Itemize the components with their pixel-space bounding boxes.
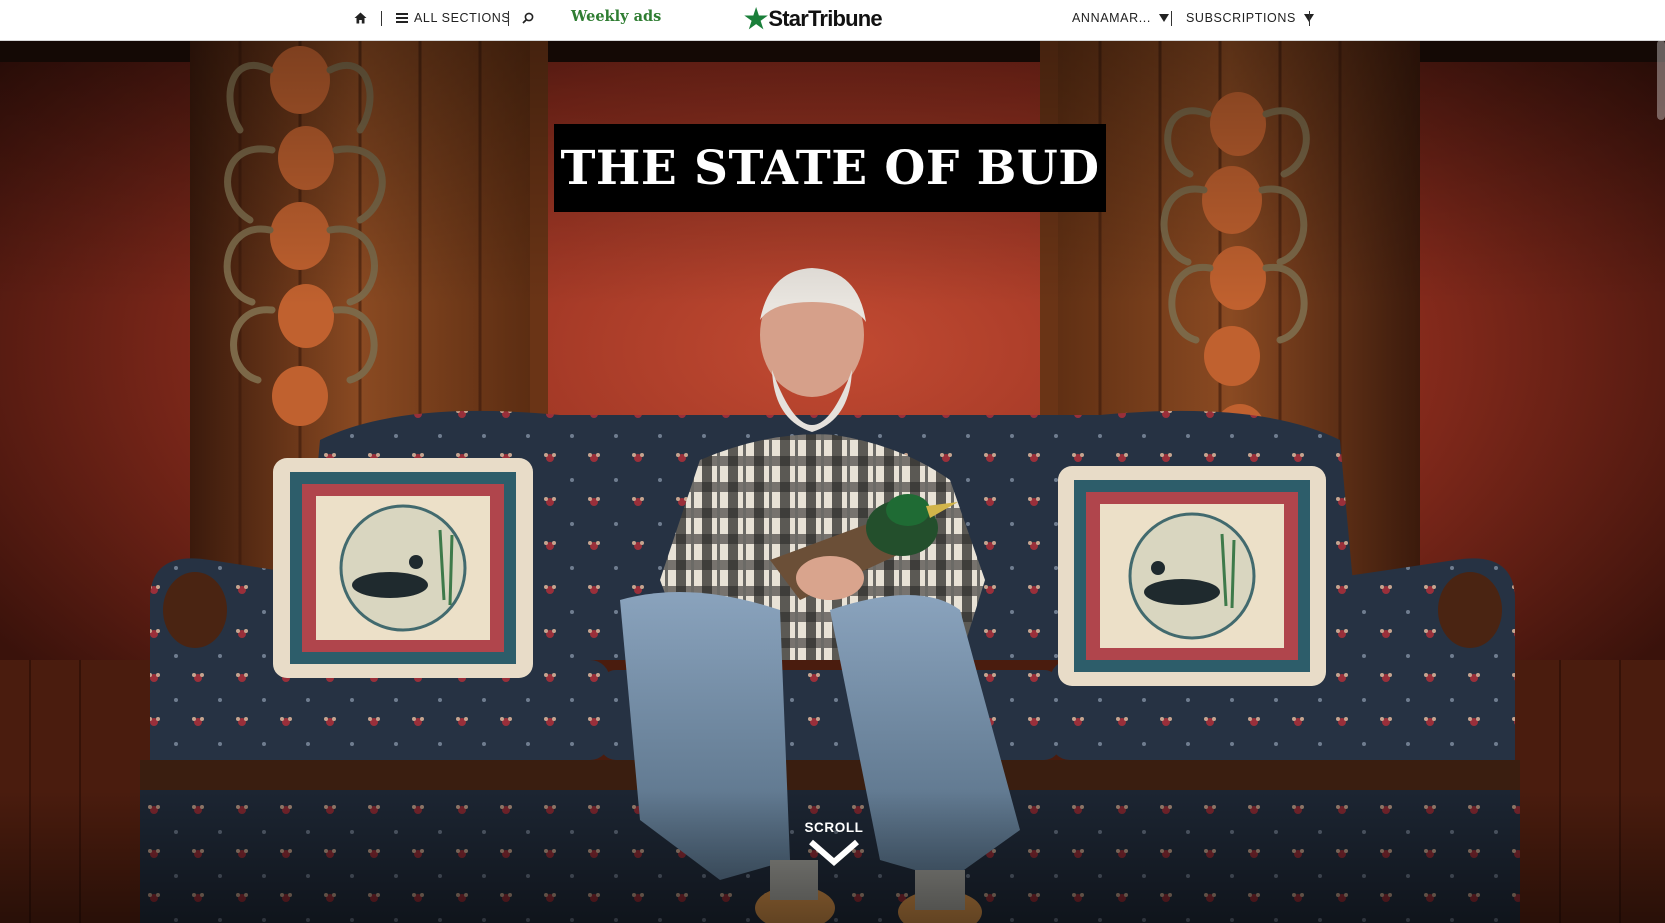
search-icon xyxy=(522,12,534,24)
scroll-label: SCROLL xyxy=(804,820,864,835)
startribune-logo[interactable]: ★ StarTribune xyxy=(744,3,883,35)
nav-divider xyxy=(1309,11,1310,26)
subscriptions-menu[interactable]: SUBSCRIPTIONS xyxy=(1186,0,1314,36)
nav-divider xyxy=(508,11,509,26)
scroll-cue[interactable]: SCROLL xyxy=(780,820,888,866)
search-button[interactable] xyxy=(522,0,534,36)
top-navigation: ALL SECTIONS Weekly ads ★ StarTribune AN… xyxy=(0,0,1665,41)
logo-text: StarTribune xyxy=(768,6,882,31)
home-icon xyxy=(354,12,367,24)
all-sections-label: ALL SECTIONS xyxy=(414,11,511,25)
story-title-box: THE STATE OF BUD xyxy=(554,124,1106,212)
all-sections-button[interactable]: ALL SECTIONS xyxy=(396,0,510,36)
page-scrollbar[interactable] xyxy=(1657,40,1665,120)
nav-divider xyxy=(381,11,382,26)
story-title: THE STATE OF BUD xyxy=(560,140,1100,196)
user-account-menu[interactable]: ANNAMAR... xyxy=(1072,0,1169,36)
user-name-label: ANNAMAR... xyxy=(1072,11,1151,25)
subscriptions-label: SUBSCRIPTIONS xyxy=(1186,11,1296,25)
home-button[interactable] xyxy=(354,0,367,36)
page: ALL SECTIONS Weekly ads ★ StarTribune AN… xyxy=(0,0,1665,923)
weekly-ads-link[interactable]: Weekly ads xyxy=(571,0,661,34)
chevron-down-icon xyxy=(809,839,859,866)
menu-icon xyxy=(396,13,408,23)
nav-divider xyxy=(1171,11,1172,26)
star-icon: ★ xyxy=(744,3,768,34)
caret-down-icon xyxy=(1158,14,1169,22)
